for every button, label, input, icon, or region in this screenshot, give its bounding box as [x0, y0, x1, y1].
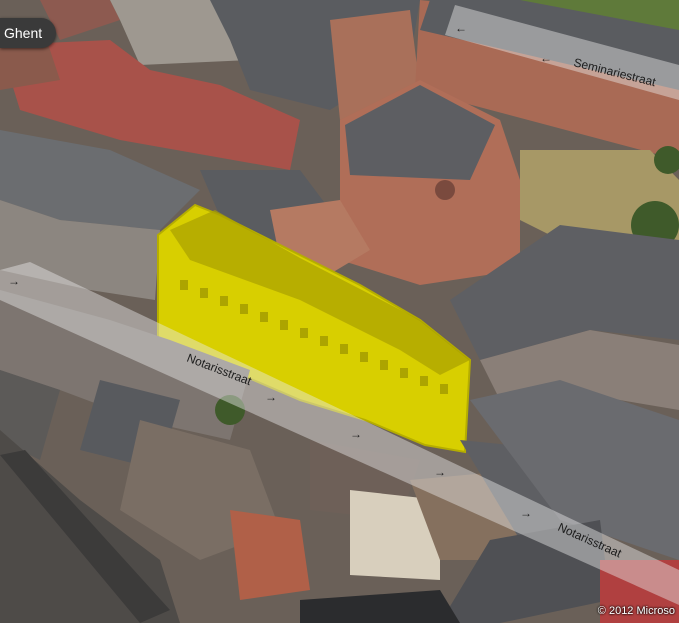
copyright-text: © 2012 Microso: [597, 605, 675, 617]
one-way-arrow-icon: →: [265, 390, 277, 404]
svg-text:Notarisstraat: Notarisstraat: [556, 520, 624, 561]
one-way-arrow-icon: →: [350, 427, 362, 441]
city-label-badge[interactable]: Ghent: [0, 18, 57, 48]
one-way-arrow-icon: →: [8, 274, 20, 288]
svg-text:Seminariestraat: Seminariestraat: [572, 55, 658, 89]
street-labels-layer: ← ← Seminariestraat → Notarisstraat → → …: [8, 21, 658, 561]
svg-text:Notarisstraat: Notarisstraat: [185, 351, 254, 389]
one-way-arrow-icon: ←: [455, 21, 467, 35]
street-label-notarisstraat-east: Notarisstraat: [556, 520, 624, 561]
aerial-map-view[interactable]: ← ← Seminariestraat → Notarisstraat → → …: [0, 0, 679, 623]
street-label-seminariestraat: Seminariestraat: [572, 55, 658, 89]
one-way-arrow-icon: →: [434, 465, 446, 479]
one-way-arrow-icon: ←: [540, 51, 552, 65]
street-label-notarisstraat-west: Notarisstraat: [185, 351, 254, 389]
one-way-arrow-icon: →: [520, 506, 532, 520]
